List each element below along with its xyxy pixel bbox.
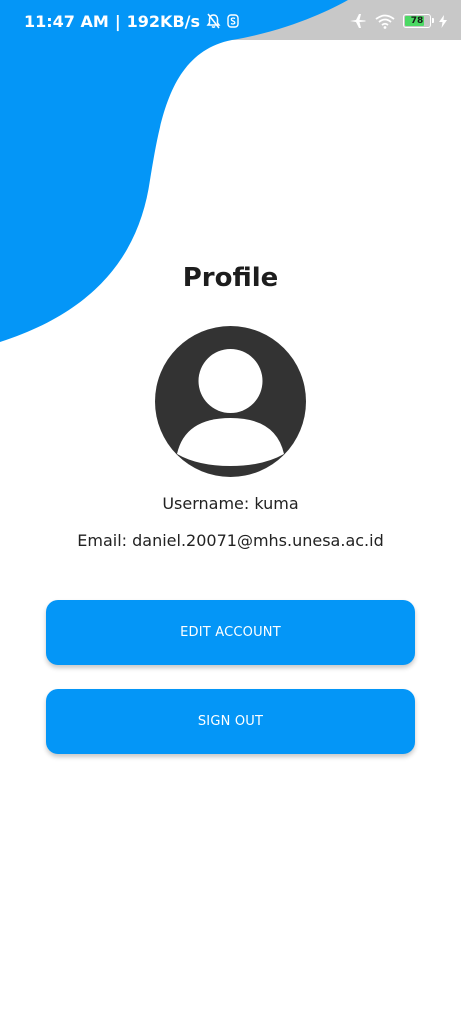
username-text: Username: kuma bbox=[162, 494, 299, 513]
battery-icon: 78 bbox=[403, 14, 434, 28]
page-title: Profile bbox=[182, 263, 279, 293]
status-left: 11:47 AM | 192KB/s bbox=[24, 12, 239, 31]
status-right: 78 bbox=[349, 13, 447, 29]
charging-bolt-icon bbox=[439, 14, 447, 28]
user-avatar-icon bbox=[155, 326, 306, 477]
wifi-icon bbox=[375, 14, 395, 29]
status-network-speed: 192KB/s bbox=[126, 11, 201, 31]
decorative-wave-background bbox=[0, 0, 461, 342]
battery-level: 78 bbox=[410, 15, 424, 26]
status-separator: | bbox=[114, 11, 121, 31]
status-bar: 11:47 AM | 192KB/s 78 bbox=[0, 0, 461, 42]
status-time: 11:47 AM bbox=[24, 11, 109, 31]
profile-screen: 11:47 AM | 192KB/s 78 Profile Username: … bbox=[0, 0, 461, 1024]
sign-out-button[interactable]: SIGN OUT bbox=[46, 689, 415, 754]
s-notification-icon bbox=[227, 14, 239, 28]
airplane-icon bbox=[349, 13, 367, 29]
bell-off-icon bbox=[206, 13, 221, 29]
edit-account-button[interactable]: EDIT ACCOUNT bbox=[46, 600, 415, 665]
email-text: Email: daniel.20071@mhs.unesa.ac.id bbox=[77, 531, 384, 550]
